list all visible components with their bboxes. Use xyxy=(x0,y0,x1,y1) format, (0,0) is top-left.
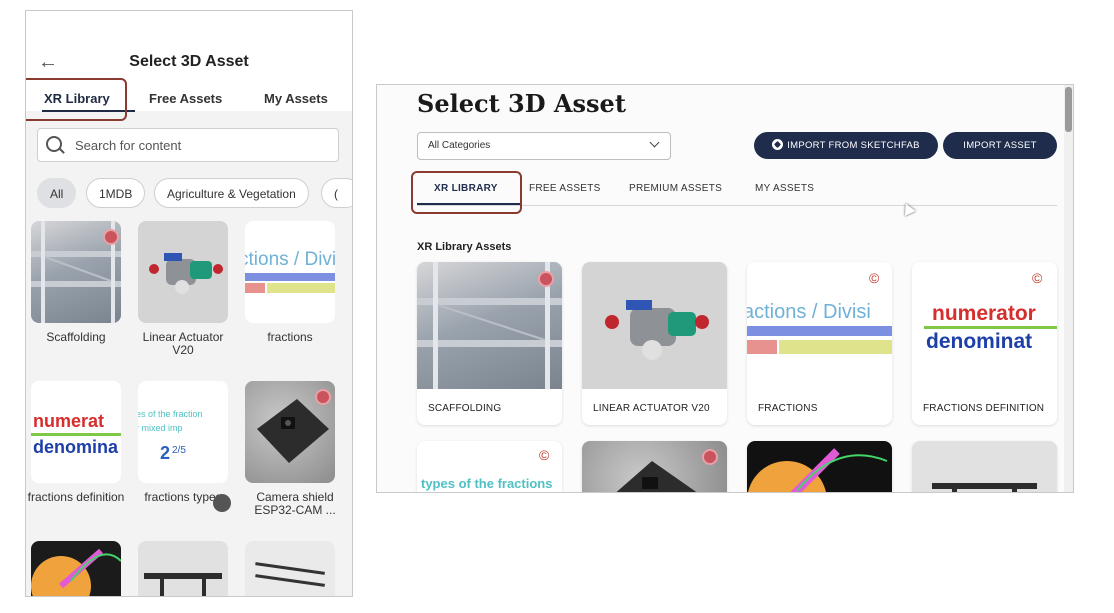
premium-badge-icon xyxy=(103,229,119,245)
asset-card-scaffolding[interactable]: SCAFFOLDING xyxy=(417,262,562,425)
svg-text:denominat: denominat xyxy=(926,330,1032,353)
card-label: SCAFFOLDING xyxy=(428,403,502,414)
import-asset-label: IMPORT ASSET xyxy=(963,140,1037,151)
globe-icon xyxy=(31,548,121,596)
item-label-fractions-definition: fractions definition xyxy=(27,490,125,504)
svg-text:es of the fraction: es of the fraction xyxy=(138,409,203,419)
globe-thumbnail[interactable] xyxy=(31,541,121,596)
tab-free-assets[interactable]: Free Assets xyxy=(149,91,222,106)
fractions-types-thumbnail[interactable]: es of the fraction r mixed imp 2 2/5 xyxy=(138,381,228,483)
fractions-thumbnail[interactable]: ctions / Divi xyxy=(245,221,335,323)
svg-text:numerat: numerat xyxy=(33,411,104,431)
import-asset-button[interactable]: IMPORT ASSET xyxy=(943,132,1057,159)
fractions-types-image: es of the fraction r mixed imp 2 2/5 xyxy=(138,409,203,463)
fractions-definition-thumbnail: numerator denominat © xyxy=(912,262,1057,389)
fractions-types-thumb-text: types of the fractions xyxy=(421,476,553,491)
section-title: XR Library Assets xyxy=(417,241,512,253)
copyright-icon: © xyxy=(869,270,880,286)
tools-icon xyxy=(255,562,325,587)
asset-card-fractions-types[interactable]: © types of the fractions xyxy=(417,441,562,492)
table-icon xyxy=(932,483,1037,492)
fractions-image: ctions / Divi xyxy=(245,249,335,293)
fractions-definition-thumbnail[interactable]: numerat denomina xyxy=(31,381,121,483)
svg-text:denomina: denomina xyxy=(33,437,119,457)
svg-text:2: 2 xyxy=(160,443,170,463)
tab-premium-assets[interactable]: PREMIUM ASSETS xyxy=(629,183,722,194)
table-icon xyxy=(144,573,222,596)
chip-all[interactable]: All xyxy=(37,178,77,208)
actuator-thumbnail xyxy=(582,262,727,389)
asset-card-linear-actuator[interactable]: LINEAR ACTUATOR V20 xyxy=(582,262,727,425)
scaffolding-thumbnail[interactable] xyxy=(31,221,121,323)
scaffolding-thumbnail xyxy=(417,262,562,389)
selection-toggle[interactable] xyxy=(213,494,231,512)
scrollbar[interactable] xyxy=(1064,85,1073,492)
card-label: LINEAR ACTUATOR V20 xyxy=(593,403,710,414)
import-sketchfab-button[interactable]: IMPORT FROM SKETCHFAB xyxy=(754,132,938,159)
sketchfab-icon xyxy=(772,139,784,150)
chip-agriculture[interactable]: Agriculture & Vegetation xyxy=(154,178,309,208)
annotation-highlight-box xyxy=(26,78,127,121)
mobile-panel: ← Select 3D Asset XR Library Free Assets… xyxy=(25,10,353,597)
item-label-fractions: fractions xyxy=(267,330,313,344)
premium-badge-icon xyxy=(702,449,718,465)
asset-card-fractions-definition[interactable]: numerator denominat © FRACTIONS DEFINITI… xyxy=(912,262,1057,425)
copyright-icon: © xyxy=(539,447,550,463)
mouse-cursor-icon xyxy=(900,200,916,217)
chip-next-partial[interactable]: ( xyxy=(321,178,352,208)
card-label: FRACTIONS xyxy=(758,403,818,414)
tab-free-assets[interactable]: FREE ASSETS xyxy=(529,183,601,194)
annotation-highlight-box xyxy=(411,171,522,214)
item-label-camera-shield: Camera shield ESP32-CAM ... xyxy=(254,490,336,517)
import-sketchfab-label: IMPORT FROM SKETCHFAB xyxy=(787,140,920,151)
search-placeholder: Search for content xyxy=(75,138,182,153)
fractions-thumbnail: actions / Divisi © xyxy=(747,262,892,389)
item-label-scaffolding: Scaffolding xyxy=(46,330,106,344)
copyright-icon: © xyxy=(1032,270,1043,286)
premium-badge-icon xyxy=(315,389,331,405)
fractions-thumb-text: ctions / Divi xyxy=(245,249,335,270)
item-label-linear-actuator: Linear Actuator V20 xyxy=(142,330,224,357)
tools-thumbnail[interactable] xyxy=(245,541,335,596)
svg-text:actions / Divisi: actions / Divisi xyxy=(747,301,871,323)
category-select[interactable]: All Categories xyxy=(417,132,671,160)
page-title: Select 3D Asset xyxy=(129,53,249,70)
card-label: FRACTIONS DEFINITION xyxy=(923,403,1045,414)
actuator-thumbnail[interactable] xyxy=(138,221,228,323)
search-icon xyxy=(46,136,62,152)
svg-text:numerator: numerator xyxy=(932,302,1036,325)
actuator-icon xyxy=(605,300,709,360)
actuator-icon xyxy=(149,253,223,294)
camera-board-icon xyxy=(616,461,697,492)
asset-card-fractions[interactable]: actions / Divisi © FRACTIONS xyxy=(747,262,892,425)
scrollbar-thumb[interactable] xyxy=(1065,87,1072,132)
globe-icon xyxy=(748,448,888,492)
chevron-down-icon xyxy=(649,137,660,148)
category-select-value: All Categories xyxy=(428,140,491,151)
asset-card-globe[interactable] xyxy=(747,441,892,492)
desktop-panel: Select 3D Asset All Categories IMPORT FR… xyxy=(376,84,1074,493)
svg-text:2/5: 2/5 xyxy=(172,445,186,456)
page-title: Select 3D Asset xyxy=(417,89,626,118)
asset-card-table[interactable] xyxy=(912,441,1057,492)
chip-1mdb[interactable]: 1MDB xyxy=(86,178,146,208)
tab-my-assets[interactable]: My Assets xyxy=(264,91,328,106)
premium-badge-icon xyxy=(538,271,554,287)
fractions-definition-image: numerat denomina xyxy=(31,411,121,457)
table-thumbnail[interactable] xyxy=(138,541,228,596)
svg-text:r mixed imp: r mixed imp xyxy=(138,423,183,433)
search-input[interactable]: Search for content xyxy=(37,128,339,162)
asset-card-camera-shield[interactable] xyxy=(582,441,727,492)
tab-my-assets[interactable]: MY ASSETS xyxy=(755,183,814,194)
camera-shield-thumbnail[interactable] xyxy=(245,381,335,483)
